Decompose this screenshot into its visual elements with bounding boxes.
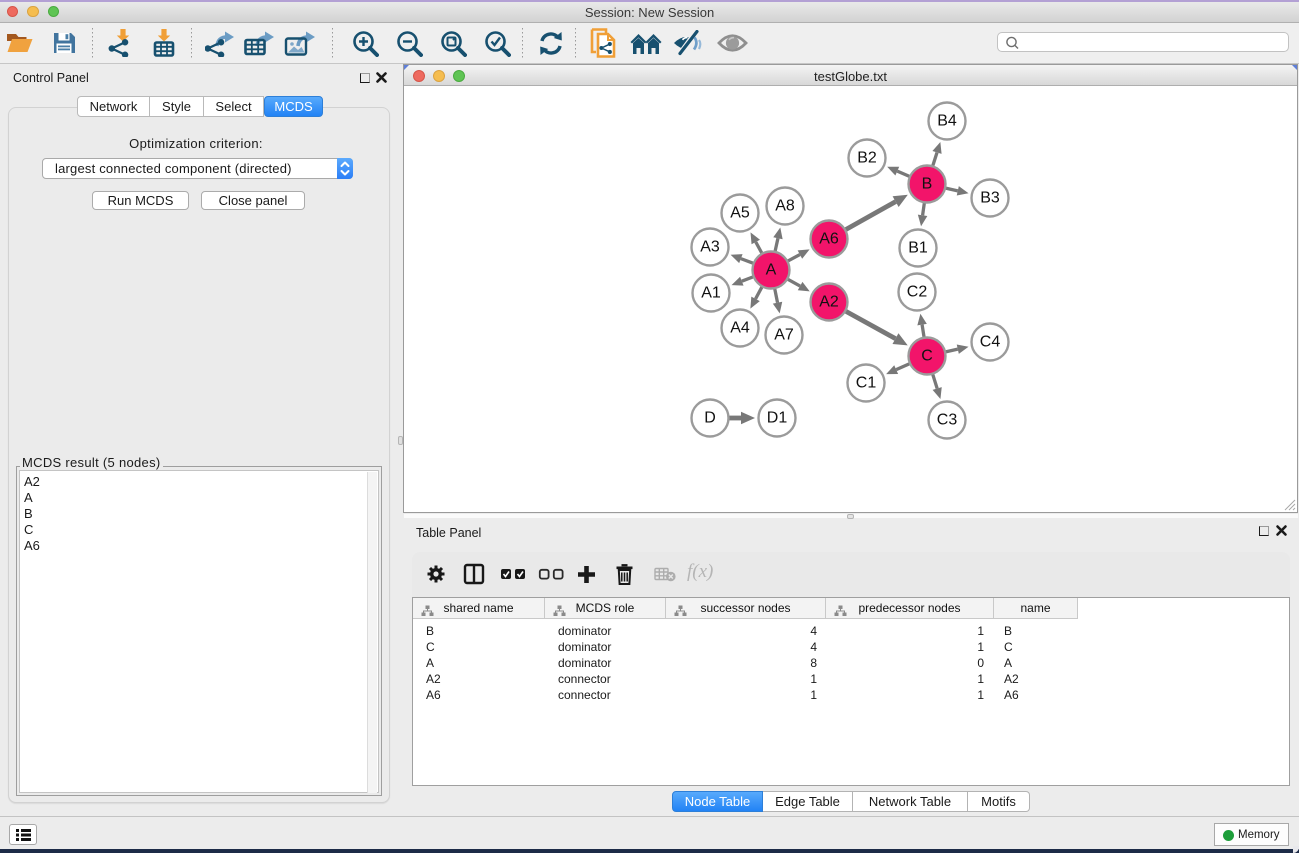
svg-text:B4: B4 bbox=[937, 113, 957, 130]
svg-text:A3: A3 bbox=[700, 239, 720, 256]
svg-text:C2: C2 bbox=[907, 284, 928, 301]
svg-text:A8: A8 bbox=[775, 198, 795, 215]
svg-text:B3: B3 bbox=[980, 190, 1000, 207]
svg-text:A6: A6 bbox=[819, 231, 839, 248]
svg-text:A7: A7 bbox=[774, 327, 794, 344]
svg-text:D1: D1 bbox=[767, 410, 788, 427]
svg-text:C1: C1 bbox=[856, 375, 877, 392]
svg-text:C: C bbox=[921, 348, 933, 365]
svg-text:A1: A1 bbox=[701, 285, 721, 302]
svg-text:C4: C4 bbox=[980, 334, 1001, 351]
svg-text:D: D bbox=[704, 410, 716, 427]
svg-text:A2: A2 bbox=[819, 294, 839, 311]
svg-text:C3: C3 bbox=[937, 412, 958, 429]
svg-text:B2: B2 bbox=[857, 150, 877, 167]
svg-text:B1: B1 bbox=[908, 240, 928, 257]
svg-text:A4: A4 bbox=[730, 320, 750, 337]
svg-text:B: B bbox=[922, 176, 933, 193]
svg-text:A: A bbox=[766, 262, 777, 279]
svg-text:A5: A5 bbox=[730, 205, 750, 222]
